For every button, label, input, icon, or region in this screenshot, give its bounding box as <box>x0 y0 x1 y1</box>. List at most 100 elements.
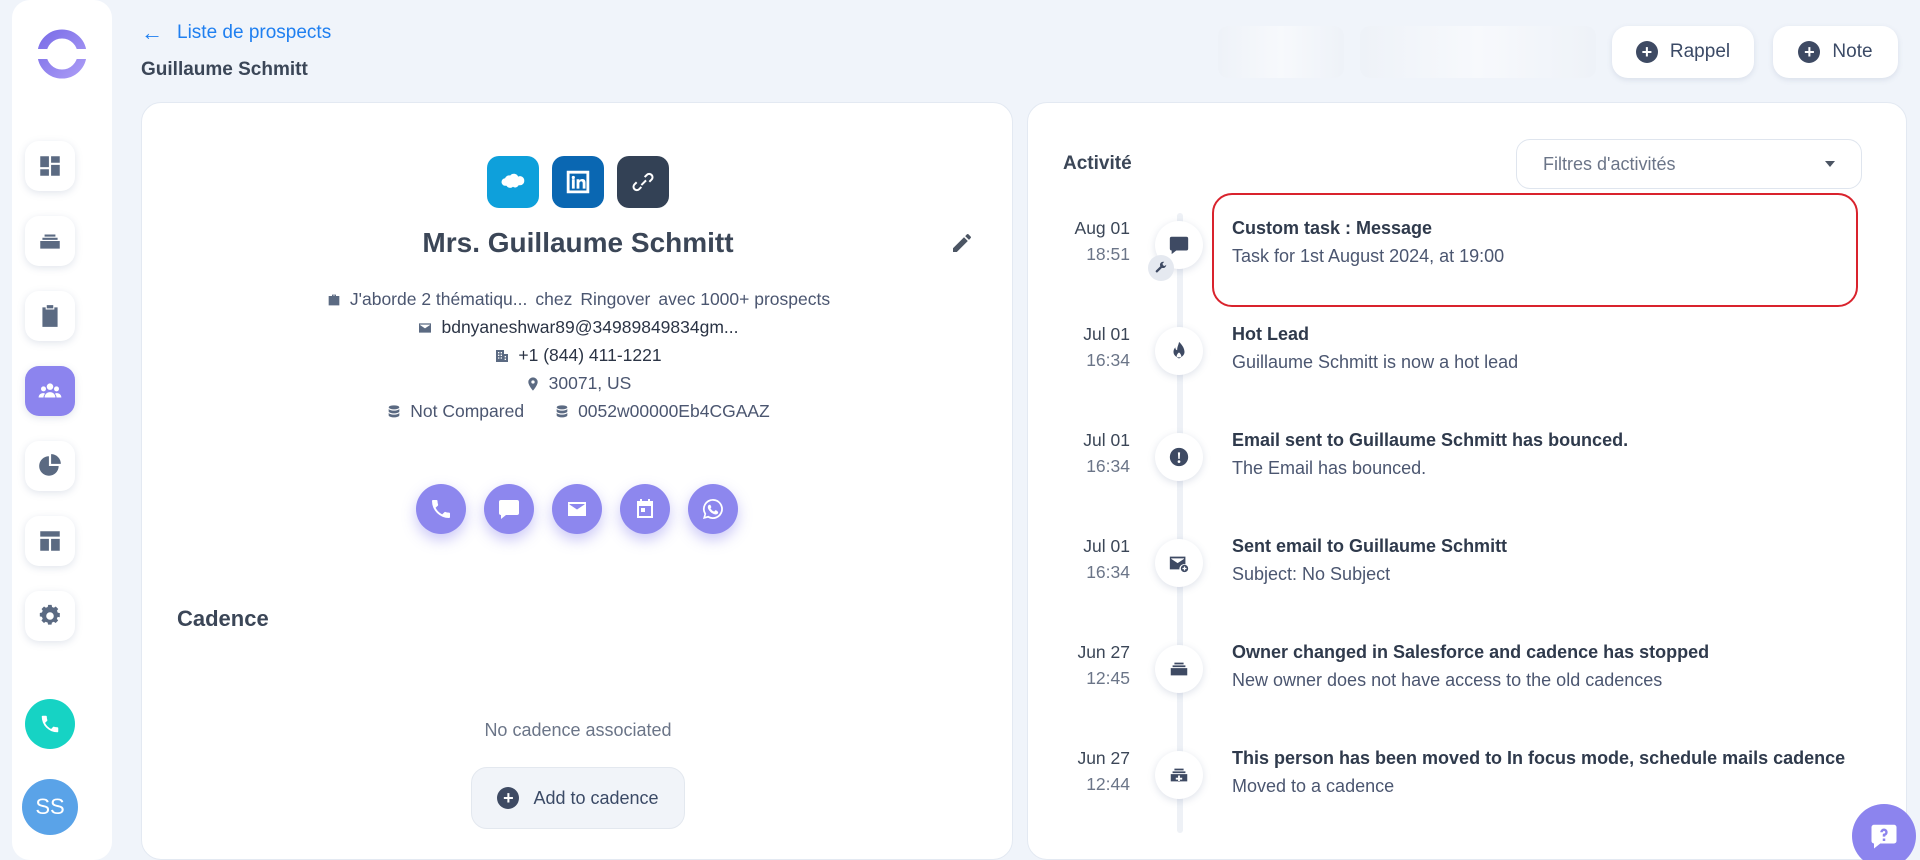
back-link-label: Liste de prospects <box>177 22 332 43</box>
activity-title-text: This person has been moved to In focus m… <box>1232 748 1846 768</box>
back-to-prospects-link[interactable]: ← Liste de prospects <box>141 20 331 46</box>
settings-nav-button[interactable] <box>25 591 75 641</box>
email-line: bdnyaneshwar89@34989849834gm... <box>142 317 1014 338</box>
map-pin-icon <box>527 376 538 391</box>
note-label: Note <box>1832 41 1873 62</box>
crm-id: 0052w00000Eb4CGAAZ <box>578 401 770 421</box>
activity-type-badge <box>1155 539 1203 587</box>
activity-time: 12:45 <box>1086 668 1130 688</box>
activity-day: Jul 01 <box>1083 536 1130 556</box>
arrow-left-icon: ← <box>141 20 163 45</box>
activity-item[interactable]: Jun 27 12:45 Owner changed in Salesforce… <box>1028 639 1908 739</box>
prospect-name: Mrs. Guillaume Schmitt <box>422 227 734 258</box>
analytics-nav-button[interactable] <box>25 441 75 491</box>
linkedin-icon <box>566 170 590 194</box>
job-title: J'aborde 2 thématiqu... <box>349 289 528 309</box>
activity-item[interactable]: Aug 01 18:51 Custom task : Message Task … <box>1028 215 1908 315</box>
activity-description: Moved to a cadence <box>1232 776 1395 796</box>
database-icon <box>556 404 568 417</box>
edit-prospect-button[interactable] <box>950 231 976 257</box>
website-link-button[interactable] <box>617 156 669 208</box>
cadence-empty-state: No cadence associated <box>484 720 672 740</box>
tasks-nav-button[interactable] <box>25 291 75 341</box>
activity-content: Custom task : Message Task for 1st Augus… <box>1232 215 1872 271</box>
logo-icon[interactable] <box>36 28 88 80</box>
prospect-card: Mrs. Guillaume Schmitt J'aborde 2 thémat… <box>141 102 1013 860</box>
flame-icon <box>1173 341 1185 359</box>
activity-time: 18:51 <box>1086 244 1130 264</box>
help-chat-button[interactable] <box>1852 804 1916 860</box>
softphone-button[interactable] <box>25 699 75 749</box>
chat-icon <box>1169 236 1189 255</box>
crm-line: Not Compared 0052w00000Eb4CGAAZ <box>142 401 1014 422</box>
activity-title-text: Custom task : Message <box>1232 218 1433 238</box>
call-button[interactable] <box>416 484 466 534</box>
activity-date: Jul 01 16:34 <box>1028 533 1130 585</box>
email-value[interactable]: bdnyaneshwar89@34989849834gm... <box>441 317 738 338</box>
whatsapp-button[interactable] <box>688 484 738 534</box>
activity-description: Task for 1st August 2024, at 19:00 <box>1232 246 1505 266</box>
sms-button[interactable] <box>484 484 534 534</box>
database-icon <box>388 404 400 417</box>
activity-type-badge <box>1155 327 1203 375</box>
mail-icon <box>419 322 432 333</box>
tasks-icon <box>42 305 58 327</box>
activity-description: New owner does not have access to the ol… <box>1232 670 1663 690</box>
settings-icon <box>39 604 60 625</box>
activity-day: Jun 27 <box>1077 748 1130 768</box>
linkedin-button[interactable] <box>552 156 604 208</box>
activity-content: Hot Lead Guillaume Schmitt is now a hot … <box>1232 321 1872 377</box>
activity-time: 16:34 <box>1086 350 1130 370</box>
activity-time: 16:34 <box>1086 562 1130 582</box>
whatsapp-icon <box>703 499 723 519</box>
plus-circle-icon: + <box>497 787 520 809</box>
calendar-icon <box>637 499 653 518</box>
activity-item[interactable]: Jun 27 12:44 This person has been moved … <box>1028 745 1908 845</box>
activity-day: Jul 01 <box>1083 324 1130 344</box>
phone-icon <box>41 715 59 733</box>
location-line: 30071, US <box>142 373 1014 394</box>
activity-description: Guillaume Schmitt is now a hot lead <box>1232 352 1519 372</box>
activity-item[interactable]: Jul 01 16:34 Sent email to Guillaume Sch… <box>1028 533 1908 633</box>
wrench-icon <box>1155 261 1167 273</box>
social-links <box>487 156 669 208</box>
activity-item[interactable]: Jul 01 16:34 Hot Lead Guillaume Schmitt … <box>1028 321 1908 421</box>
loading-placeholder <box>1360 26 1596 78</box>
user-avatar[interactable]: SS <box>22 779 78 835</box>
chevron-down-icon <box>1825 161 1835 167</box>
salesforce-button[interactable] <box>487 156 539 208</box>
cadence-section-title: Cadence <box>177 606 269 631</box>
activity-time: 12:44 <box>1086 774 1130 794</box>
activity-filter-select[interactable]: Filtres d'activités <box>1516 139 1862 189</box>
activity-content: This person has been moved to In focus m… <box>1232 745 1872 801</box>
activity-card: Activité Filtres d'activités Aug 01 18:5… <box>1027 102 1907 860</box>
stack-icon <box>1170 662 1188 676</box>
activity-title-text: Owner changed in Salesforce and cadence … <box>1232 642 1710 662</box>
company-size: avec 1000+ prospects <box>658 289 831 309</box>
add-reminder-button[interactable]: + Rappel <box>1612 26 1754 78</box>
activity-date: Aug 01 18:51 <box>1028 215 1130 267</box>
activity-description: The Email has bounced. <box>1232 458 1427 478</box>
people-nav-button[interactable] <box>25 366 75 416</box>
company-prefix: chez <box>535 289 573 309</box>
add-to-cadence-button[interactable]: + Add to cadence <box>471 767 685 829</box>
custom-task-badge <box>1148 255 1174 281</box>
activity-item[interactable]: Jul 01 16:34 Email sent to Guillaume Sch… <box>1028 427 1908 527</box>
salesforce-icon <box>501 173 525 188</box>
inbox-nav-button[interactable] <box>25 216 75 266</box>
templates-icon <box>40 531 60 551</box>
company-name: Ringover <box>580 289 651 309</box>
activity-date: Jun 27 12:45 <box>1028 639 1130 691</box>
templates-nav-button[interactable] <box>25 516 75 566</box>
activity-date: Jun 27 12:44 <box>1028 745 1130 797</box>
email-button[interactable] <box>552 484 602 534</box>
dashboard-nav-button[interactable] <box>25 141 75 191</box>
alert-icon <box>1169 447 1189 467</box>
add-note-button[interactable]: + Note <box>1773 26 1898 78</box>
building-icon <box>496 349 509 362</box>
schedule-button[interactable] <box>620 484 670 534</box>
link-icon <box>632 172 654 192</box>
plus-circle-icon: + <box>1798 41 1821 63</box>
phone-value[interactable]: +1 (844) 411-1221 <box>518 345 661 366</box>
briefcase-icon <box>328 294 340 305</box>
